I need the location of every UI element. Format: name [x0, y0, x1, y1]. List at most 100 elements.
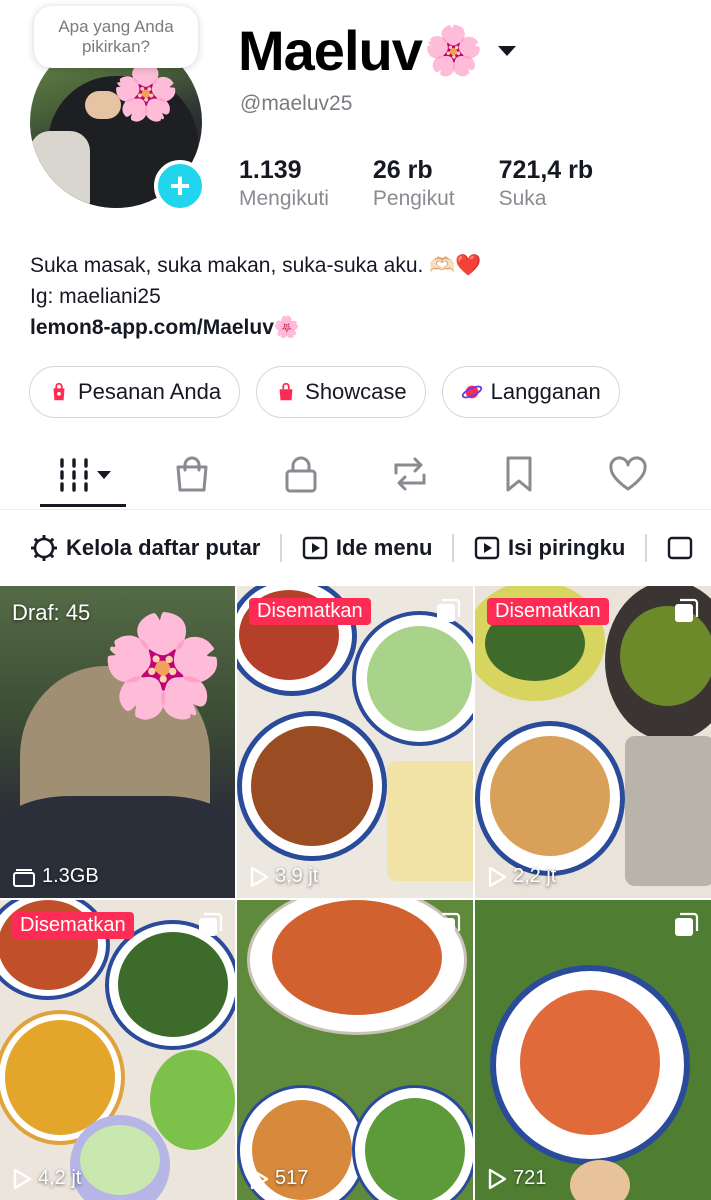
gear-icon	[31, 535, 57, 561]
play-icon	[488, 1168, 507, 1189]
manage-playlists-button[interactable]: Kelola daftar putar	[30, 534, 260, 562]
play-icon	[474, 536, 500, 560]
tab-private[interactable]	[271, 452, 331, 496]
food	[367, 626, 472, 731]
tile-footer: 721	[487, 1167, 546, 1190]
play-icon	[13, 1168, 32, 1189]
tab-shop[interactable]	[162, 452, 222, 496]
flower-emoji: 🌸	[112, 63, 180, 123]
tab-liked[interactable]	[598, 452, 658, 496]
fish	[625, 736, 711, 886]
view-count: 4,2 jt	[38, 1167, 82, 1189]
pill-label: Langganan	[490, 379, 601, 404]
profile-action-pills: Pesanan Anda Showcase Langganan	[29, 366, 636, 418]
tab-videos[interactable]	[52, 452, 116, 496]
play-icon	[302, 536, 328, 560]
video-tile[interactable]: Disematkan 3,9 jt	[237, 586, 473, 898]
stat-label: Pengikut	[372, 187, 455, 210]
stat-likes[interactable]: 721,4 rb Suka	[499, 156, 594, 211]
pill-label: Showcase	[305, 379, 407, 404]
video-tile[interactable]: Disematkan 2,2 jt	[475, 586, 711, 898]
showcase-button[interactable]: Showcase	[256, 366, 426, 418]
pinned-badge: Disematkan	[12, 912, 134, 939]
tile-footer: 2,2 jt	[487, 865, 556, 888]
tile-footer: 1.3GB	[12, 865, 99, 888]
stat-label: Suka	[498, 187, 547, 210]
tab-reposts[interactable]	[380, 452, 440, 496]
bio-line-2: Ig: maeliani25	[30, 285, 161, 308]
bio-link[interactable]: lemon8-app.com/Maeluv🌸	[30, 312, 482, 343]
video-grid: 🌸 Draf: 45 1.3GB Disematkan 3,9 jt Disem…	[0, 586, 711, 1200]
draft-count: Draf: 45	[12, 600, 91, 625]
divider	[280, 534, 282, 562]
food	[5, 1020, 115, 1135]
thought-bubble[interactable]: Apa yang Anda pikirkan?	[34, 6, 198, 68]
pinned-badge: Disematkan	[249, 598, 371, 625]
shopping-bag-icon	[53, 382, 65, 401]
playlist-label: Ide menu	[335, 535, 433, 560]
repost-icon	[394, 457, 426, 491]
storage-size: 1.3GB	[42, 865, 99, 887]
pill-label: Pesanan Anda	[78, 379, 222, 404]
play-icon	[250, 1168, 269, 1189]
drafts-tile[interactable]: 🌸 Draf: 45 1.3GB	[0, 586, 235, 898]
play-icon	[667, 536, 693, 560]
lock-icon	[285, 456, 317, 493]
food	[118, 932, 228, 1037]
username: @maeluv25	[240, 92, 353, 115]
tab-favorites[interactable]	[489, 452, 549, 496]
stat-following[interactable]: 1.139 Mengikuti	[239, 156, 329, 211]
playlist-more[interactable]	[667, 535, 693, 561]
avatar-sleeve	[30, 131, 90, 208]
name-flower-emoji: 🌸	[423, 25, 484, 78]
food	[387, 761, 473, 881]
food	[490, 736, 610, 856]
add-story-button[interactable]: +	[154, 160, 206, 212]
tile-footer: 517	[249, 1167, 308, 1190]
playlist-isi-piringku[interactable]: Isi piringku	[474, 535, 625, 561]
grid-icon	[60, 458, 111, 492]
profile-bio: Suka masak, suka makan, suka-suka aku. 🫶…	[30, 250, 482, 343]
display-name: Maeluv	[238, 19, 423, 82]
view-count: 3,9 jt	[275, 865, 319, 887]
divider	[645, 534, 647, 562]
shop-icon	[279, 382, 293, 401]
photo-carousel-icon	[675, 598, 699, 622]
lettuce	[150, 1050, 235, 1150]
profile-stats: 1.139 Mengikuti 26 rb Pengikut 721,4 rb …	[239, 156, 637, 211]
orders-button[interactable]: Pesanan Anda	[29, 366, 241, 418]
heart-emoji: ❤️	[455, 254, 482, 277]
tile-footer: 4,2 jt	[12, 1167, 81, 1190]
view-count: 2,2 jt	[513, 865, 557, 887]
stat-label: Mengikuti	[239, 187, 329, 210]
playlist-label: Kelola daftar putar	[66, 535, 261, 560]
video-tile[interactable]: 517	[237, 900, 473, 1200]
bio-line-1: Suka masak, suka makan, suka-suka aku. 🫶…	[30, 254, 456, 277]
video-tile[interactable]: 721	[475, 900, 711, 1200]
hand	[570, 1160, 630, 1200]
playlist-ide-menu[interactable]: Ide menu	[302, 535, 433, 561]
stat-followers[interactable]: 26 rb Pengikut	[373, 156, 455, 211]
view-count: 517	[275, 1167, 309, 1189]
photo-carousel-icon	[199, 912, 223, 936]
view-count: 721	[513, 1167, 547, 1189]
photo-carousel-icon	[437, 912, 461, 936]
chevron-down-icon[interactable]	[497, 45, 516, 56]
planet-icon	[461, 385, 482, 399]
photo-carousel-icon	[437, 598, 461, 622]
active-tab-indicator	[40, 504, 126, 507]
stat-value: 26 rb	[372, 156, 433, 184]
shrimp	[520, 990, 660, 1135]
profile-tabs	[0, 440, 711, 510]
photo-carousel-icon	[675, 912, 699, 936]
play-icon	[250, 866, 269, 887]
stat-value: 1.139	[239, 156, 302, 184]
playlist-label: Isi piringku	[507, 535, 626, 560]
profile-name-switcher[interactable]: Maeluv 🌸	[238, 18, 516, 83]
video-tile[interactable]: Disematkan 4,2 jt	[0, 900, 235, 1200]
subscription-button[interactable]: Langganan	[441, 366, 620, 418]
play-icon	[488, 866, 507, 887]
playlist-row: Kelola daftar putar Ide menu Isi piringk…	[0, 520, 711, 576]
bookmark-icon	[506, 456, 532, 492]
flower-emoji: 🌸	[100, 610, 225, 722]
